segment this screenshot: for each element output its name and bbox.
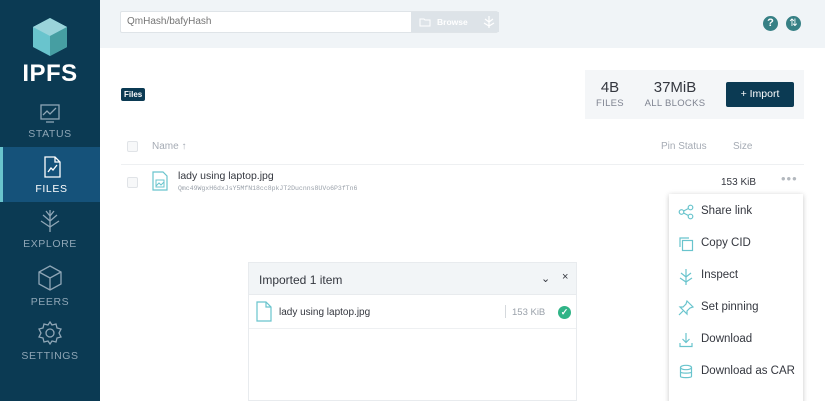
menu-label-set-pinning: Set pinning [701, 301, 759, 313]
import-item-name: lady using laptop.jpg [279, 307, 371, 318]
copy-icon [679, 237, 694, 252]
nav-label-peers: PEERS [30, 296, 70, 308]
menu-item-copy-cid[interactable]: Copy CID [669, 227, 803, 259]
explore-cid-button[interactable] [479, 12, 499, 32]
explore-icon [40, 210, 60, 232]
file-icon [256, 301, 272, 322]
nav-item-status[interactable]: STATUS [0, 98, 100, 153]
nav-label-files: FILES [35, 183, 68, 195]
menu-label-inspect: Inspect [701, 269, 739, 281]
stat-files: 4B FILES [595, 79, 625, 109]
top-bar: Browse ? ⇅ [100, 0, 825, 48]
status-icon [40, 104, 60, 123]
more-options-icon[interactable]: ••• [781, 171, 798, 186]
column-pin-status-header[interactable]: Pin Status [661, 141, 707, 152]
share-icon [678, 204, 694, 220]
import-item-row: lady using laptop.jpg 153 KiB ✓ [249, 296, 576, 329]
files-icon [43, 156, 61, 178]
stat-blocks-label: ALL BLOCKS [644, 98, 706, 109]
pin-icon [678, 300, 694, 316]
search-box: Browse [120, 11, 499, 33]
menu-label-download: Download [701, 333, 753, 345]
sync-icon[interactable]: ⇅ [786, 16, 801, 31]
nav-item-files[interactable]: FILES [0, 147, 100, 202]
menu-item-download-car[interactable]: Download as CAR [669, 355, 803, 387]
menu-label-share-link: Share link [701, 205, 753, 217]
menu-item-share-link[interactable]: Share link [669, 195, 803, 227]
stat-blocks-value: 37MiB [653, 79, 697, 96]
download-icon [679, 333, 693, 348]
folder-icon [419, 18, 431, 27]
browse-label: Browse [437, 17, 468, 27]
stat-all-blocks: 37MiB ALL BLOCKS [643, 79, 707, 109]
column-name-header[interactable]: Name ↑ [152, 141, 186, 152]
column-size-header[interactable]: Size [733, 141, 752, 152]
close-icon[interactable]: × [562, 271, 568, 283]
nav-item-peers[interactable]: PEERS [0, 262, 100, 317]
peers-icon [38, 265, 62, 291]
stat-files-value: 4B [600, 79, 620, 96]
menu-item-inspect[interactable]: Inspect [669, 259, 803, 291]
row-checkbox[interactable] [127, 177, 138, 188]
menu-item-set-pinning[interactable]: Set pinning [669, 291, 803, 323]
file-size: 153 KiB [721, 177, 757, 188]
nav-label-settings: SETTINGS [21, 350, 79, 362]
help-icon[interactable]: ? [763, 16, 778, 31]
menu-label-download-car: Download as CAR [701, 365, 795, 377]
import-item-divider [505, 305, 506, 318]
search-input[interactable] [127, 16, 407, 27]
ipfs-logo[interactable]: IPFS [0, 16, 100, 88]
file-name[interactable]: lady using laptop.jpg [178, 170, 274, 182]
explore-cid-icon [483, 16, 495, 28]
nav-label-status: STATUS [28, 128, 72, 140]
logo-text: IPFS [22, 60, 78, 87]
sidebar: IPFS STATUS FILES EXPLORE PEERS SETTINGS [0, 0, 100, 401]
nav-item-explore[interactable]: EXPLORE [0, 206, 100, 261]
import-panel-header[interactable]: Imported 1 item ⌄ × [249, 263, 576, 295]
ipfs-cube-icon [33, 18, 67, 56]
inspect-icon [679, 269, 693, 285]
browse-button[interactable]: Browse [411, 12, 479, 32]
import-button[interactable]: + Import [726, 82, 794, 107]
settings-icon [38, 320, 62, 346]
collapse-chevron-icon[interactable]: ⌄ [541, 272, 550, 285]
header-divider [121, 164, 804, 165]
nav-item-settings[interactable]: SETTINGS [0, 318, 100, 373]
nav-label-explore: EXPLORE [23, 238, 77, 250]
stat-files-label: FILES [596, 98, 624, 109]
breadcrumb-files[interactable]: Files [121, 88, 146, 101]
download-car-icon [679, 364, 693, 379]
image-file-icon [152, 171, 168, 191]
menu-item-download[interactable]: Download [669, 323, 803, 355]
context-menu: Share link Copy CID Inspect Set pinning … [669, 194, 803, 401]
file-cid: Qmc49WgxH6dxJsY5MfN18cc8pkJT2Ducnns8UVo6… [178, 185, 358, 192]
import-panel-title: Imported 1 item [259, 273, 343, 287]
menu-label-copy-cid: Copy CID [701, 237, 751, 249]
import-item-size: 153 KiB [512, 307, 546, 318]
select-all-checkbox[interactable] [127, 141, 138, 152]
check-icon: ✓ [558, 306, 571, 319]
import-status-panel: Imported 1 item ⌄ × lady using laptop.jp… [248, 262, 577, 401]
